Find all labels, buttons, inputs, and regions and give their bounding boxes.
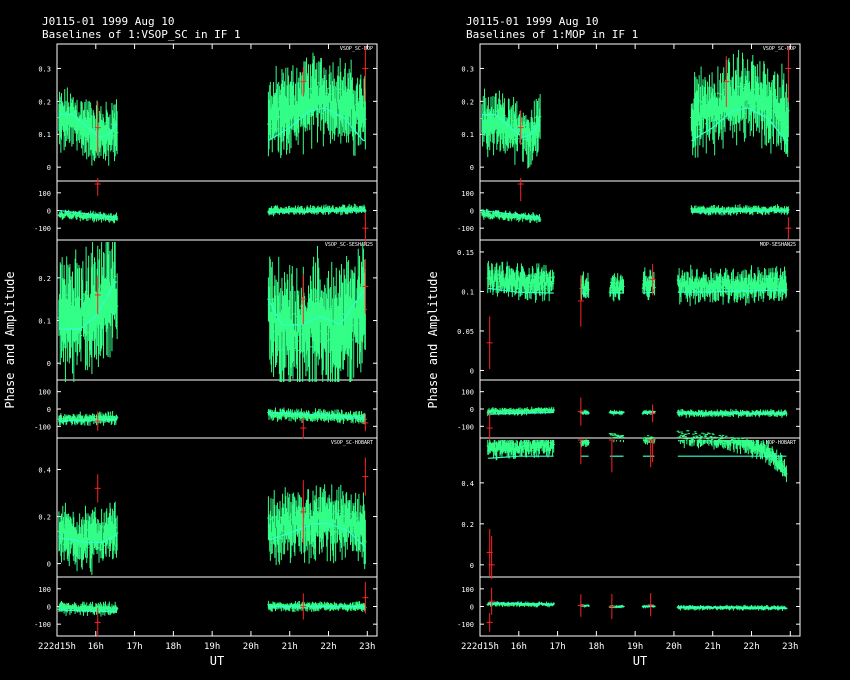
y-tick-label: 0: [47, 561, 51, 569]
y-tick-label: 0.1: [38, 131, 51, 139]
y-tick-label: -100: [34, 621, 51, 629]
phase-data-points: [480, 204, 790, 224]
baseline-label: MOP-SESHAN25: [760, 242, 796, 248]
phase-data-points: [57, 600, 367, 617]
y-tick-label: 0: [47, 406, 51, 414]
x-tick-label: 20h: [243, 642, 259, 652]
y-tick-label: 0.2: [38, 514, 51, 522]
y-tick-label: 0.1: [38, 318, 51, 326]
baseline-label: VSOP_SC-MOP: [763, 46, 796, 52]
y-tick-label: 0.3: [461, 65, 474, 73]
x-tick-label: 22h: [320, 642, 336, 652]
x-tick-label: 21h: [282, 642, 298, 652]
y-tick-label: 0: [47, 360, 51, 368]
y-tick-label: 100: [38, 586, 51, 594]
y-tick-label: 0: [47, 604, 51, 612]
x-tick-label: 222d15h: [38, 642, 76, 652]
y-tick-label: -100: [34, 225, 51, 233]
amp-data-points: [57, 484, 367, 575]
phase-data-points: [57, 407, 367, 426]
y-tick-label: 0.3: [38, 65, 51, 73]
chart-subtitle: Baselines of 1:VSOP_SC in IF 1: [42, 28, 241, 41]
y-tick-label: 0: [470, 164, 474, 172]
x-tick-label: 17h: [126, 642, 142, 652]
x-axis-label: UT: [210, 654, 224, 668]
baseline-label: VSOP_SC-MOP: [340, 46, 373, 52]
y-tick-label: 100: [461, 190, 474, 198]
phase-data-points: [57, 203, 367, 224]
x-axis-label: UT: [633, 654, 647, 668]
amp-data-points: [57, 242, 367, 382]
y-tick-label: -100: [457, 423, 474, 431]
y-tick-label: 0.4: [38, 467, 51, 475]
y-tick-label: 100: [461, 389, 474, 397]
y-tick-label: 100: [38, 389, 51, 397]
chart-subtitle: Baselines of 1:MOP in IF 1: [466, 28, 638, 41]
chart-title: J0115-01 1999 Aug 10: [42, 15, 174, 28]
y-tick-label: 0.1: [461, 131, 474, 139]
y-tick-label: 0.2: [461, 98, 474, 106]
y-axis-label: Phase and Amplitude: [3, 271, 17, 408]
y-tick-label: 0: [47, 164, 51, 172]
y-tick-label: 0.2: [38, 98, 51, 106]
y-tick-label: 0.2: [38, 275, 51, 283]
y-tick-label: -100: [34, 423, 51, 431]
baseline-label: VSOP_SC-HOBART: [331, 440, 373, 446]
chart-title: J0115-01 1999 Aug 10: [466, 15, 598, 28]
amp-data-points: [486, 260, 788, 307]
x-tick-label: 18h: [165, 642, 181, 652]
vlbi-baseline-figure: J0115-01 1999 Aug 10Baselines of 1:VSOP_…: [3, 15, 801, 668]
baseline-label: VSOP_SC-SESHAN25: [325, 242, 373, 248]
phase-data-points: [486, 406, 788, 418]
y-tick-label: 0.1: [461, 288, 474, 296]
y-tick-label: -100: [457, 225, 474, 233]
y-tick-label: 0.15: [457, 249, 474, 257]
y-tick-label: 0: [47, 208, 51, 216]
y-tick-label: 0: [470, 367, 474, 375]
y-tick-label: 0: [470, 208, 474, 216]
y-tick-label: 0: [470, 406, 474, 414]
x-tick-label: 23h: [359, 642, 375, 652]
x-tick-label: 19h: [204, 642, 220, 652]
y-axis-label: Phase and Amplitude: [426, 271, 440, 408]
y-tick-label: 0.05: [457, 328, 474, 336]
x-tick-label: 16h: [88, 642, 104, 652]
y-tick-label: 100: [38, 190, 51, 198]
